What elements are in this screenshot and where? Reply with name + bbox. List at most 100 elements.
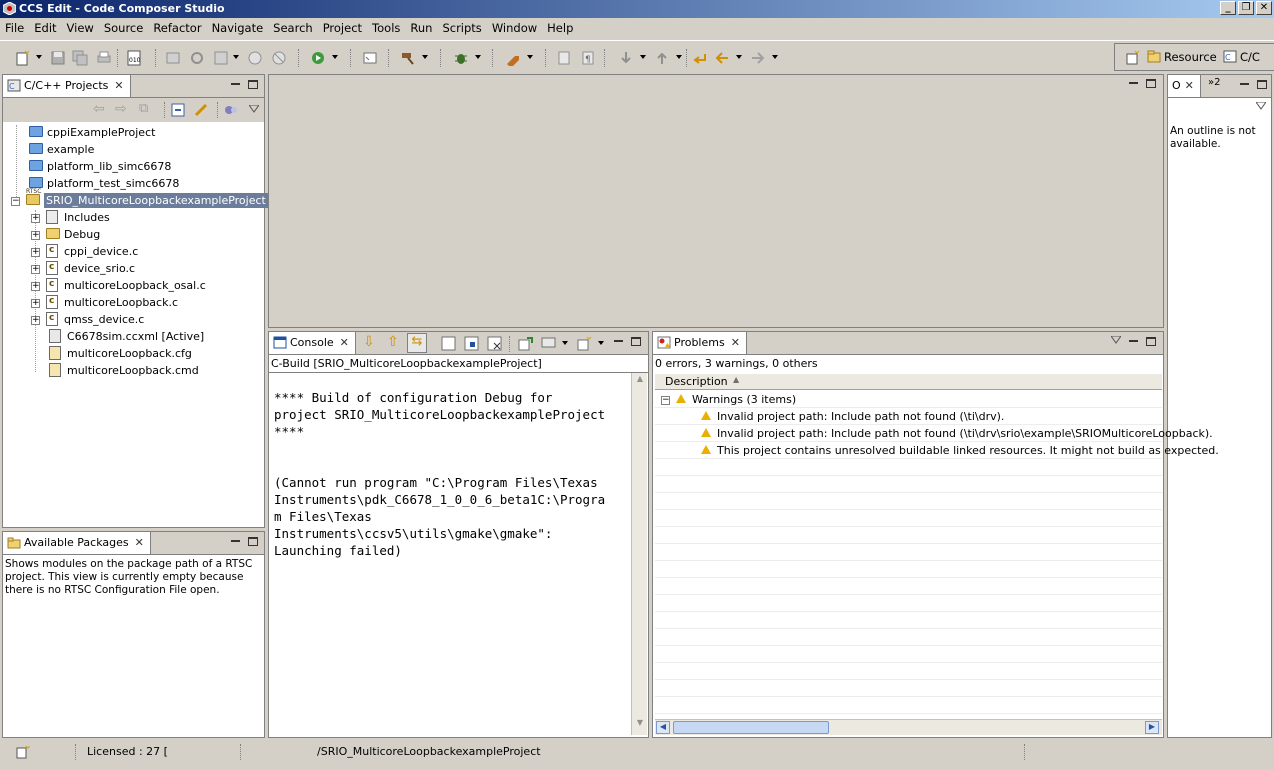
tree-item-cfg[interactable]: multicoreLoopback.cfg	[49, 345, 192, 362]
expand-icon[interactable]: +	[31, 265, 40, 274]
open-console-icon[interactable]	[518, 336, 533, 351]
forward-dropdown-icon[interactable]	[772, 55, 778, 59]
tree-item-ccxml[interactable]: C6678sim.ccxml [Active]	[49, 328, 204, 345]
scroll-up-icon[interactable]: ⇧	[387, 334, 399, 350]
view-menu-icon[interactable]	[1256, 102, 1266, 110]
show-whitespace-icon[interactable]: ¶	[580, 50, 596, 66]
print-icon[interactable]	[96, 50, 112, 66]
debug-dropdown-icon[interactable]	[475, 55, 481, 59]
menu-view[interactable]: View	[62, 19, 99, 35]
tree-item-debug[interactable]: + Debug	[31, 226, 100, 243]
tree-item-qmss-device[interactable]: + qmss_device.c	[31, 310, 144, 328]
close-window-button[interactable]: ✕	[1256, 1, 1272, 15]
maximize-icon[interactable]	[1257, 79, 1267, 89]
new-console-dropdown-icon[interactable]	[598, 341, 604, 345]
tree-item-multicore-loopback[interactable]: + multicoreLoopback.c	[31, 293, 178, 311]
remove-icon[interactable]	[271, 50, 287, 66]
maximize-icon[interactable]	[248, 536, 258, 546]
menu-refactor[interactable]: Refactor	[148, 19, 206, 35]
forward-icon[interactable]: ⇨	[115, 101, 127, 117]
tree-item-cppi-device[interactable]: + cppi_device.c	[31, 242, 138, 260]
last-edit-icon[interactable]	[691, 50, 707, 66]
display-console-icon[interactable]	[541, 336, 556, 351]
back-dropdown-icon[interactable]	[736, 55, 742, 59]
run-external-dropdown-icon[interactable]	[527, 55, 533, 59]
display-console-dropdown-icon[interactable]	[562, 341, 568, 345]
expand-icon[interactable]: +	[31, 316, 40, 325]
scroll-right-arrow-icon[interactable]: ▶	[1145, 721, 1159, 734]
expand-icon[interactable]: +	[31, 231, 40, 240]
build-target-icon[interactable]	[165, 50, 181, 66]
link-editor-icon[interactable]	[194, 103, 208, 117]
problems-hscrollbar[interactable]: ◀ ▶	[655, 719, 1162, 735]
maximize-icon[interactable]	[631, 336, 641, 346]
close-icon[interactable]: ✕	[135, 536, 144, 549]
menu-project[interactable]: Project	[318, 19, 367, 35]
maximize-icon[interactable]	[248, 79, 258, 89]
collapse-icon[interactable]: −	[661, 396, 670, 405]
prev-annotation-dropdown-icon[interactable]	[676, 55, 682, 59]
menu-scripts[interactable]: Scripts	[437, 19, 486, 35]
maximize-icon[interactable]	[1146, 78, 1156, 88]
binary-icon[interactable]: 010	[126, 50, 142, 66]
column-header-description[interactable]: Description ▲	[655, 373, 1162, 390]
debug-config-icon[interactable]	[310, 50, 326, 66]
close-icon[interactable]: ✕	[731, 336, 740, 349]
tree-item-platform-lib[interactable]: platform_lib_simc6678	[29, 158, 171, 175]
scroll-up-arrow-icon[interactable]: ▲	[633, 374, 647, 388]
target-config-dropdown-icon[interactable]	[233, 55, 239, 59]
menu-edit[interactable]: Edit	[29, 19, 61, 35]
next-annotation-dropdown-icon[interactable]	[640, 55, 646, 59]
problem-row[interactable]: This project contains unresolved buildab…	[701, 442, 1219, 459]
up-icon[interactable]: ⧉	[139, 101, 148, 116]
back-icon[interactable]	[714, 50, 730, 66]
clear-console-icon[interactable]	[441, 336, 456, 351]
perspective-resource[interactable]: Resource	[1147, 50, 1217, 64]
tree-item-device-srio[interactable]: + device_srio.c	[31, 259, 135, 277]
next-annotation-icon[interactable]	[618, 50, 634, 66]
problem-row[interactable]: Invalid project path: Include path not f…	[701, 425, 1213, 442]
view-menu-icon[interactable]	[249, 105, 259, 113]
save-icon[interactable]	[50, 50, 66, 66]
tab-outline[interactable]: O ✕	[1168, 75, 1201, 97]
tab-cpp-projects[interactable]: C C/C++ Projects ✕	[3, 75, 131, 97]
view-overflow-button[interactable]: »2	[1208, 77, 1220, 88]
minimize-icon[interactable]	[1129, 340, 1138, 342]
collapse-all-icon[interactable]	[171, 103, 185, 117]
view-filter-icon[interactable]	[224, 103, 238, 117]
build-hammer-icon[interactable]	[400, 50, 416, 66]
menu-window[interactable]: Window	[487, 19, 542, 35]
prev-annotation-icon[interactable]	[654, 50, 670, 66]
new-icon[interactable]	[14, 50, 30, 66]
tree-item-srio-project[interactable]: − RTSC SRIO_MulticoreLoopbackexampleProjec…	[11, 188, 268, 209]
scroll-lock-button[interactable]: ⇆	[407, 333, 427, 353]
menu-run[interactable]: Run	[405, 19, 437, 35]
open-perspective-icon[interactable]	[362, 50, 378, 66]
menu-search[interactable]: Search	[268, 19, 318, 35]
minimize-icon[interactable]	[1240, 83, 1249, 85]
expand-icon[interactable]: +	[31, 248, 40, 257]
open-perspective-icon[interactable]	[1125, 50, 1141, 66]
minimize-icon[interactable]	[231, 83, 240, 85]
console-scrollbar[interactable]: ▲ ▼	[631, 373, 647, 735]
problems-group-warnings[interactable]: − Warnings (3 items)	[661, 391, 796, 408]
disable-icon[interactable]	[247, 50, 263, 66]
expand-icon[interactable]: +	[31, 299, 40, 308]
tree-item-example[interactable]: example	[29, 141, 94, 158]
collapse-icon[interactable]: −	[11, 197, 20, 206]
remove-console-icon[interactable]	[487, 336, 502, 351]
target-config-icon[interactable]	[213, 50, 229, 66]
problem-row[interactable]: Invalid project path: Include path not f…	[701, 408, 1004, 425]
tree-item-cmd[interactable]: multicoreLoopback.cmd	[49, 362, 199, 379]
debug-config-dropdown-icon[interactable]	[332, 55, 338, 59]
maximize-window-button[interactable]: ❐	[1238, 1, 1254, 15]
tab-console[interactable]: Console ✕	[269, 332, 356, 354]
menu-file[interactable]: File	[0, 19, 29, 35]
tab-available-packages[interactable]: Available Packages ✕	[3, 532, 151, 554]
expand-icon[interactable]: +	[31, 282, 40, 291]
minimize-icon[interactable]	[1129, 82, 1138, 84]
build-dropdown-icon[interactable]	[422, 55, 428, 59]
save-all-icon[interactable]	[72, 50, 88, 66]
tab-problems[interactable]: Problems ✕	[653, 332, 747, 354]
menu-help[interactable]: Help	[542, 19, 578, 35]
